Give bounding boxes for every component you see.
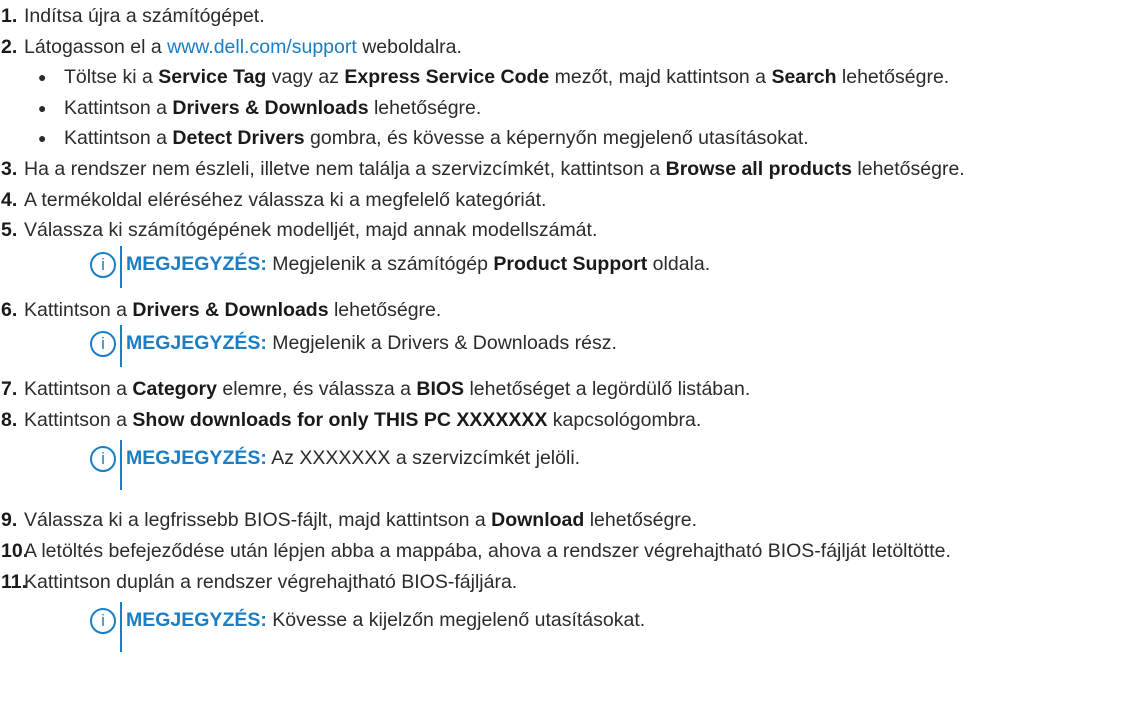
step-number: 3. — [1, 158, 18, 180]
step-text: lehetőségre. — [584, 509, 698, 531]
step-text: Kattintson a — [24, 299, 133, 321]
bold-term: Drivers & Downloads — [172, 97, 369, 119]
step-text: Válassza ki a legfrissebb BIOS-fájlt, ma… — [24, 509, 492, 531]
bullet-icon: ● — [38, 130, 47, 146]
bullet-icon: ● — [38, 100, 47, 116]
step-text: Kattintson a — [24, 378, 133, 400]
step-text: lehetőségre. — [328, 299, 442, 321]
bold-term: Express Service Code — [344, 66, 550, 88]
note-divider — [120, 325, 122, 367]
step-number: 1. — [1, 5, 18, 27]
info-icon: i — [90, 446, 116, 472]
note-label: MEGJEGYZÉS: — [126, 253, 267, 275]
bullet-text: mezőt, majd kattintson a — [549, 66, 772, 88]
bold-term: Browse all products — [665, 158, 852, 180]
bullet-text: lehetőségre. — [836, 66, 950, 88]
bold-term: Detect Drivers — [172, 127, 305, 149]
note-text: oldala. — [647, 253, 711, 275]
step-number: 6. — [1, 299, 18, 321]
bullet-text: vagy az — [266, 66, 345, 88]
step-text: Látogasson el a — [24, 36, 168, 58]
bullet-text: gombra, és kövesse a képernyőn megjelenő… — [304, 127, 809, 149]
step-text: Válassza ki számítógépének modelljét, ma… — [24, 219, 598, 241]
step-text: kapcsológombra. — [547, 409, 702, 431]
bold-term: Drivers & Downloads — [132, 299, 329, 321]
note-label: MEGJEGYZÉS: — [126, 447, 267, 469]
step-text: Kattintson a — [24, 409, 133, 431]
step-text: A termékoldal eléréséhez válassza ki a m… — [24, 189, 547, 211]
bold-term: Service Tag — [158, 66, 267, 88]
bullet-icon: ● — [38, 69, 47, 85]
bold-term: Product Support — [493, 253, 648, 275]
bullet-text: Töltse ki a — [64, 66, 159, 88]
info-icon: i — [90, 331, 116, 357]
info-icon: i — [90, 608, 116, 634]
bullet-text: lehetőségre. — [368, 97, 482, 119]
step-text: elemre, és válassza a — [216, 378, 417, 400]
bold-term: Search — [771, 66, 837, 88]
step-text: Indítsa újra a számítógépet. — [24, 5, 265, 27]
dell-support-link[interactable]: www.dell.com/support — [167, 36, 357, 58]
step-text: Ha a rendszer nem észleli, illetve nem t… — [24, 158, 666, 180]
step-text: lehetőségre. — [851, 158, 965, 180]
step-number: 4. — [1, 189, 18, 211]
step-number: 2. — [1, 36, 18, 58]
bullet-text: Kattintson a — [64, 97, 173, 119]
info-icon: i — [90, 252, 116, 278]
note-text: Az XXXXXXX a szervizcímkét jelöli. — [266, 447, 581, 469]
bold-term: BIOS — [416, 378, 465, 400]
note-text: Kövesse a kijelzőn megjelenő utasításoka… — [266, 609, 646, 631]
step-text: A letöltés befejeződése után lépjen abba… — [24, 540, 951, 562]
note-divider — [120, 602, 122, 652]
step-text: Kattintson duplán a rendszer végrehajtha… — [24, 571, 518, 593]
step-number: 7. — [1, 378, 18, 400]
step-text: lehetőséget a legördülő listában. — [464, 378, 751, 400]
step-text: weboldalra. — [356, 36, 462, 58]
note-label: MEGJEGYZÉS: — [126, 332, 267, 354]
note-divider — [120, 246, 122, 288]
note-text: Megjelenik a Drivers & Downloads rész. — [266, 332, 617, 354]
bullet-text: Kattintson a — [64, 127, 173, 149]
bold-term: Download — [491, 509, 585, 531]
note-text: Megjelenik a számítógép — [266, 253, 494, 275]
step-number: 8. — [1, 409, 18, 431]
note-divider — [120, 440, 122, 490]
bold-term: Show downloads for only THIS PC XXXXXXX — [132, 409, 548, 431]
step-number: 9. — [1, 509, 18, 531]
bold-term: Category — [132, 378, 217, 400]
step-number: 5. — [1, 219, 18, 241]
note-label: MEGJEGYZÉS: — [126, 609, 267, 631]
